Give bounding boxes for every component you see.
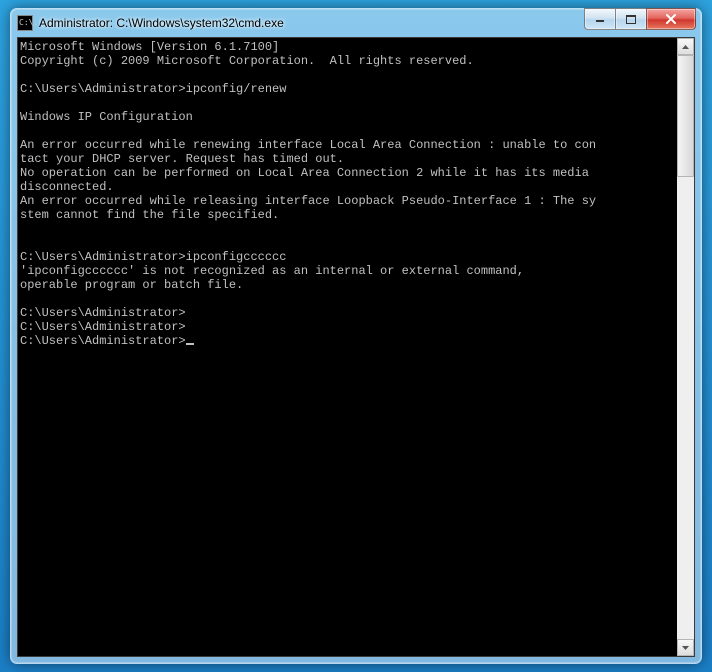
chevron-down-icon [682,646,689,650]
client-area: Microsoft Windows [Version 6.1.7100] Cop… [17,37,695,657]
cmd-icon: C:\. [17,15,33,31]
minimize-icon [595,15,605,23]
titlebar[interactable]: C:\. Administrator: C:\Windows\system32\… [11,9,701,37]
cursor [186,343,194,345]
minimize-button[interactable] [584,8,616,30]
scroll-down-button[interactable] [677,639,694,656]
maximize-icon [626,15,636,24]
close-icon [665,14,677,24]
scroll-track[interactable] [677,55,694,639]
maximize-button[interactable] [615,8,647,30]
vertical-scrollbar[interactable] [677,38,694,656]
window-controls [585,8,696,30]
close-button[interactable] [646,8,696,30]
cmd-window: C:\. Administrator: C:\Windows\system32\… [10,8,702,664]
scroll-up-button[interactable] [677,38,694,55]
chevron-up-icon [682,45,689,49]
scroll-thumb[interactable] [677,55,694,177]
console-output[interactable]: Microsoft Windows [Version 6.1.7100] Cop… [18,38,676,656]
